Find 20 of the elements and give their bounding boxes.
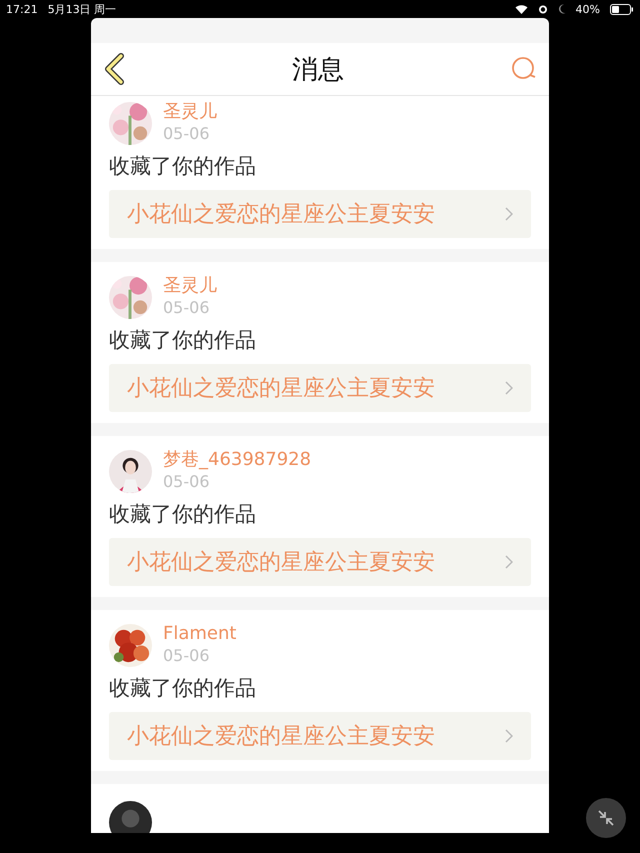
work-link[interactable]: 小花仙之爱恋的星座公主夏安安 [109, 712, 531, 760]
status-date: 5月13日 周一 [48, 2, 116, 16]
message-date: 05-06 [163, 297, 210, 319]
message-date: 05-06 [163, 471, 210, 493]
user-name[interactable]: 梦巷_463987928 [163, 449, 312, 471]
message-date: 05-06 [163, 645, 210, 667]
status-time: 17:21 [6, 2, 38, 16]
work-link[interactable]: 小花仙之爱恋的星座公主夏安安 [109, 364, 531, 412]
user-name[interactable]: Flament [163, 623, 236, 645]
page-title: 消息 [292, 54, 344, 86]
battery-percent: 40% [576, 2, 600, 16]
action-text: 收藏了你的作品 [109, 675, 257, 702]
work-link[interactable]: 小花仙之爱恋的星座公主夏安安 [109, 538, 531, 586]
action-text: 收藏了你的作品 [109, 501, 257, 528]
action-text: 收藏了你的作品 [109, 327, 257, 354]
work-link[interactable]: 小花仙之爱恋的星座公主夏安安 [109, 190, 531, 238]
action-text: 收藏了你的作品 [109, 153, 257, 180]
user-name[interactable]: 圣灵儿 [163, 101, 217, 123]
message-date: 05-06 [163, 123, 210, 145]
user-name[interactable]: 圣灵儿 [163, 275, 217, 297]
